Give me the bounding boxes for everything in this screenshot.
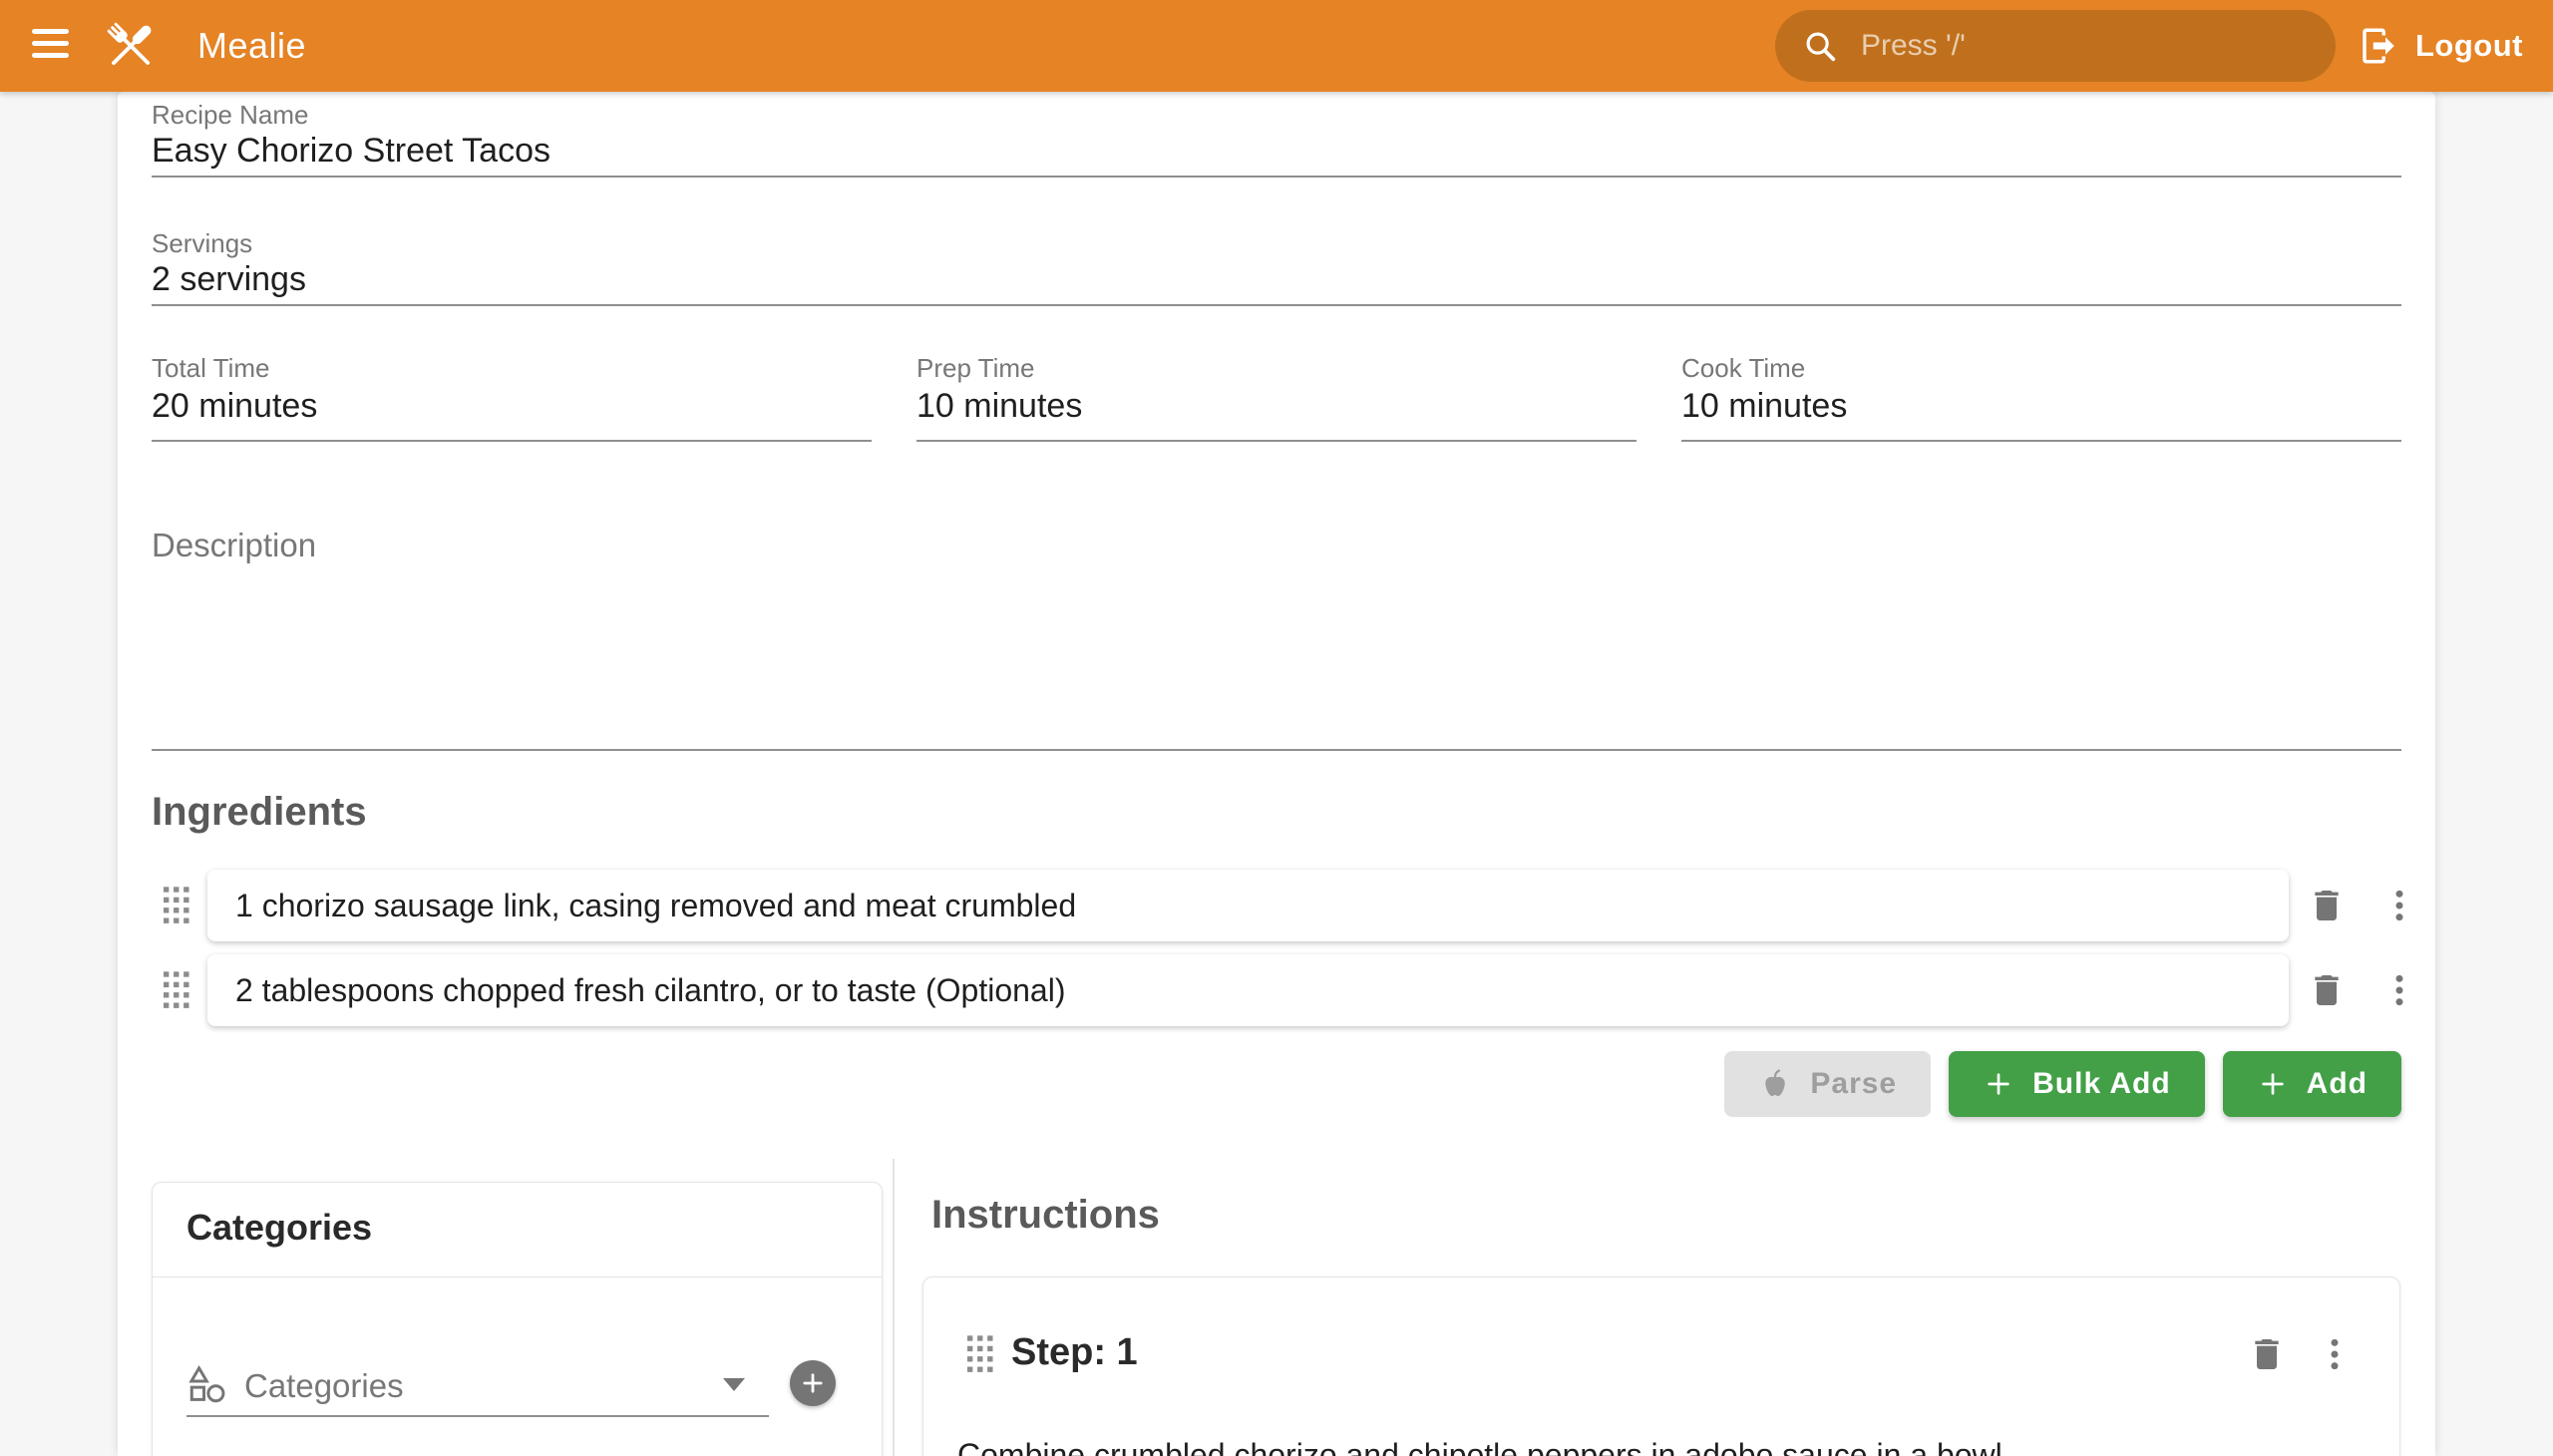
instructions-heading: Instructions bbox=[931, 1193, 1160, 1238]
plus-icon bbox=[2257, 1068, 2289, 1100]
kebab-icon bbox=[2379, 970, 2419, 1010]
search-field[interactable] bbox=[1775, 10, 2336, 82]
prep-time-input[interactable]: 10 minutes bbox=[916, 387, 1082, 426]
ingredient-actions: Parse Bulk Add Add bbox=[152, 1051, 2401, 1117]
logout-icon bbox=[2358, 25, 2399, 67]
ingredient-row: 1 chorizo sausage link, casing removed a… bbox=[118, 870, 2435, 941]
plus-icon bbox=[799, 1369, 827, 1397]
add-category-button[interactable] bbox=[790, 1360, 836, 1406]
description-underline bbox=[152, 749, 2401, 751]
app-title: Mealie bbox=[197, 0, 306, 92]
step-title: Step: 1 bbox=[1011, 1331, 1138, 1374]
ingredient-row: 2 tablespoons chopped fresh cilantro, or… bbox=[118, 954, 2435, 1026]
ingredient-text: 1 chorizo sausage link, casing removed a… bbox=[235, 888, 1076, 924]
step-text-input[interactable]: Combine crumbled chorizo and chipotle pe… bbox=[957, 1433, 2368, 1456]
total-time-label: Total Time bbox=[152, 353, 270, 384]
add-label: Add bbox=[2307, 1067, 2368, 1101]
apple-icon bbox=[1758, 1067, 1792, 1101]
instruction-step-card: Step: 1 Combine crumbled chorizo and chi… bbox=[922, 1276, 2400, 1456]
trash-icon bbox=[2307, 886, 2347, 925]
drag-handle-icon[interactable] bbox=[164, 971, 189, 1009]
recipe-name-underline bbox=[152, 176, 2401, 178]
categories-panel: Categories Categories bbox=[152, 1182, 883, 1456]
bulk-add-label: Bulk Add bbox=[2032, 1067, 2171, 1101]
cook-time-input[interactable]: 10 minutes bbox=[1681, 387, 1847, 426]
ingredients-heading: Ingredients bbox=[152, 790, 367, 835]
column-divider bbox=[893, 1159, 895, 1456]
description-textarea[interactable] bbox=[152, 570, 2401, 748]
kebab-icon bbox=[2315, 1334, 2355, 1374]
servings-label: Servings bbox=[152, 228, 252, 259]
servings-input[interactable]: 2 servings bbox=[152, 260, 306, 299]
categories-divider bbox=[153, 1276, 882, 1277]
step-more-button[interactable] bbox=[2311, 1318, 2359, 1390]
bulk-add-button[interactable]: Bulk Add bbox=[1949, 1051, 2205, 1117]
step-header: Step: 1 bbox=[923, 1317, 2399, 1391]
servings-underline bbox=[152, 304, 2401, 306]
drag-handle-icon[interactable] bbox=[164, 887, 189, 924]
drag-handle-icon[interactable] bbox=[967, 1335, 993, 1373]
recipe-editor-sheet: Recipe Name Easy Chorizo Street Tacos Se… bbox=[118, 92, 2435, 1456]
search-icon bbox=[1801, 27, 1839, 65]
trash-icon bbox=[2247, 1334, 2287, 1374]
cook-time-underline bbox=[1681, 440, 2401, 442]
categories-title: Categories bbox=[186, 1207, 372, 1249]
ingredient-input[interactable]: 1 chorizo sausage link, casing removed a… bbox=[207, 870, 2289, 941]
ingredient-more-button[interactable] bbox=[2375, 954, 2423, 1026]
add-button[interactable]: Add bbox=[2223, 1051, 2401, 1117]
ingredient-input[interactable]: 2 tablespoons chopped fresh cilantro, or… bbox=[207, 954, 2289, 1026]
recipe-name-label: Recipe Name bbox=[152, 100, 309, 131]
delete-ingredient-button[interactable] bbox=[2303, 870, 2351, 941]
prep-time-underline bbox=[916, 440, 1637, 442]
app-bar: Mealie Logout bbox=[0, 0, 2553, 92]
categories-select-underline bbox=[186, 1415, 769, 1417]
parse-label: Parse bbox=[1810, 1067, 1897, 1101]
delete-ingredient-button[interactable] bbox=[2303, 954, 2351, 1026]
ingredient-text: 2 tablespoons chopped fresh cilantro, or… bbox=[235, 972, 1065, 1009]
categories-select[interactable]: Categories bbox=[153, 1342, 882, 1432]
mealie-logo-icon bbox=[100, 12, 162, 80]
search-input[interactable] bbox=[1861, 29, 2310, 63]
chevron-down-icon[interactable] bbox=[723, 1378, 745, 1391]
trash-icon bbox=[2307, 970, 2347, 1010]
shapes-icon bbox=[186, 1363, 228, 1405]
categories-select-label: Categories bbox=[244, 1367, 404, 1405]
cook-time-label: Cook Time bbox=[1681, 353, 1805, 384]
prep-time-label: Prep Time bbox=[916, 353, 1035, 384]
menu-icon[interactable] bbox=[32, 29, 70, 58]
plus-icon bbox=[1983, 1068, 2014, 1100]
total-time-underline bbox=[152, 440, 872, 442]
logout-label: Logout bbox=[2415, 28, 2523, 64]
kebab-icon bbox=[2379, 886, 2419, 925]
delete-step-button[interactable] bbox=[2243, 1318, 2291, 1390]
logout-button[interactable]: Logout bbox=[2358, 0, 2523, 92]
total-time-input[interactable]: 20 minutes bbox=[152, 387, 317, 426]
description-label: Description bbox=[152, 527, 316, 564]
recipe-name-input[interactable]: Easy Chorizo Street Tacos bbox=[152, 132, 550, 171]
parse-button[interactable]: Parse bbox=[1724, 1051, 1931, 1117]
ingredient-more-button[interactable] bbox=[2375, 870, 2423, 941]
